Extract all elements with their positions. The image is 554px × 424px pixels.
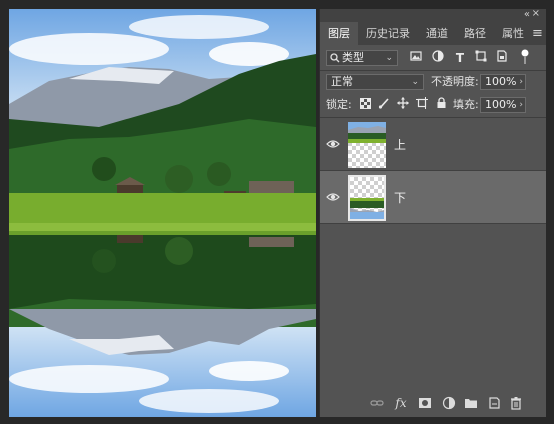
tab-channels[interactable]: 通道 xyxy=(418,22,456,45)
fill-value: 100% xyxy=(485,98,517,111)
adjustment-filter-icon[interactable] xyxy=(430,50,446,66)
link-layers-icon[interactable] xyxy=(370,396,384,410)
tab-layers[interactable]: 图层 xyxy=(320,22,358,45)
lock-position-icon[interactable] xyxy=(395,97,411,113)
chevron-down-icon: ⌄ xyxy=(385,53,393,63)
layer-row-top[interactable]: 上 xyxy=(320,118,546,171)
new-group-icon[interactable] xyxy=(464,396,478,410)
lock-row: 锁定: 填充: 100% › xyxy=(320,94,546,116)
search-icon xyxy=(330,53,340,63)
visibility-eye-icon[interactable] xyxy=(326,190,340,204)
blend-mode-value: 正常 xyxy=(331,75,353,88)
lock-all-icon[interactable] xyxy=(433,97,449,113)
lock-label: 锁定: xyxy=(326,98,352,111)
lock-artboard-icon[interactable] xyxy=(414,97,430,113)
chevron-down-icon: ⌄ xyxy=(411,77,419,87)
panel-title-bar: « × xyxy=(320,8,546,22)
close-panel-icon[interactable]: × xyxy=(532,8,540,19)
opacity-value: 100% xyxy=(485,75,517,88)
fx-icon[interactable]: fx xyxy=(394,396,408,410)
blend-mode-dropdown[interactable]: 正常 ⌄ xyxy=(326,74,424,90)
lock-image-pixels-icon[interactable] xyxy=(376,97,392,113)
filter-kind-dropdown[interactable]: 类型 ⌄ xyxy=(326,50,398,66)
smart-object-filter-icon[interactable] xyxy=(494,50,510,66)
adjustment-layer-icon[interactable] xyxy=(442,396,456,410)
collapse-panels-icon[interactable]: « xyxy=(524,9,530,20)
delete-layer-icon[interactable] xyxy=(509,396,523,410)
fill-input[interactable]: 100% › xyxy=(480,97,526,113)
tab-history[interactable]: 历史记录 xyxy=(358,22,418,45)
blend-row: 正常 ⌄ 不透明度: 100% › xyxy=(320,71,546,93)
type-filter-icon[interactable]: T xyxy=(452,50,468,66)
layers-bottom-toolbar: fx xyxy=(320,390,546,417)
opacity-input[interactable]: 100% › xyxy=(480,74,526,90)
add-mask-icon[interactable] xyxy=(418,396,432,410)
new-layer-icon[interactable] xyxy=(487,396,501,410)
chevron-right-icon: › xyxy=(519,77,523,87)
canvas-image xyxy=(9,9,316,417)
tab-properties[interactable]: 属性 xyxy=(494,22,532,45)
shape-filter-icon[interactable] xyxy=(473,50,489,66)
lock-transparent-pixels-icon[interactable] xyxy=(357,97,373,113)
chevron-right-icon: › xyxy=(519,100,523,110)
filter-toggle-icon[interactable] xyxy=(520,49,530,65)
panel-tabs: 图层 历史记录 通道 路径 属性 ≡ xyxy=(320,22,546,45)
layer-thumbnail xyxy=(348,175,386,221)
visibility-eye-icon[interactable] xyxy=(326,137,340,151)
tab-paths[interactable]: 路径 xyxy=(456,22,494,45)
fill-label: 填充: xyxy=(453,98,479,111)
layer-row-bottom[interactable]: 下 xyxy=(320,171,546,224)
image-filter-icon[interactable] xyxy=(408,50,424,66)
layer-name: 上 xyxy=(394,138,407,152)
layer-name: 下 xyxy=(394,191,407,205)
layer-thumbnail xyxy=(348,122,386,168)
opacity-label: 不透明度: xyxy=(431,75,479,88)
panel-menu-icon[interactable]: ≡ xyxy=(532,22,549,45)
document-canvas[interactable] xyxy=(9,9,316,417)
layer-filter-row: 类型 ⌄ T xyxy=(320,47,546,69)
layers-panel: « × 图层 历史记录 通道 路径 属性 ≡ 类型 ⌄ T 正常 ⌄ 不透明度:… xyxy=(319,8,546,417)
filter-kind-label: 类型 xyxy=(342,51,364,64)
